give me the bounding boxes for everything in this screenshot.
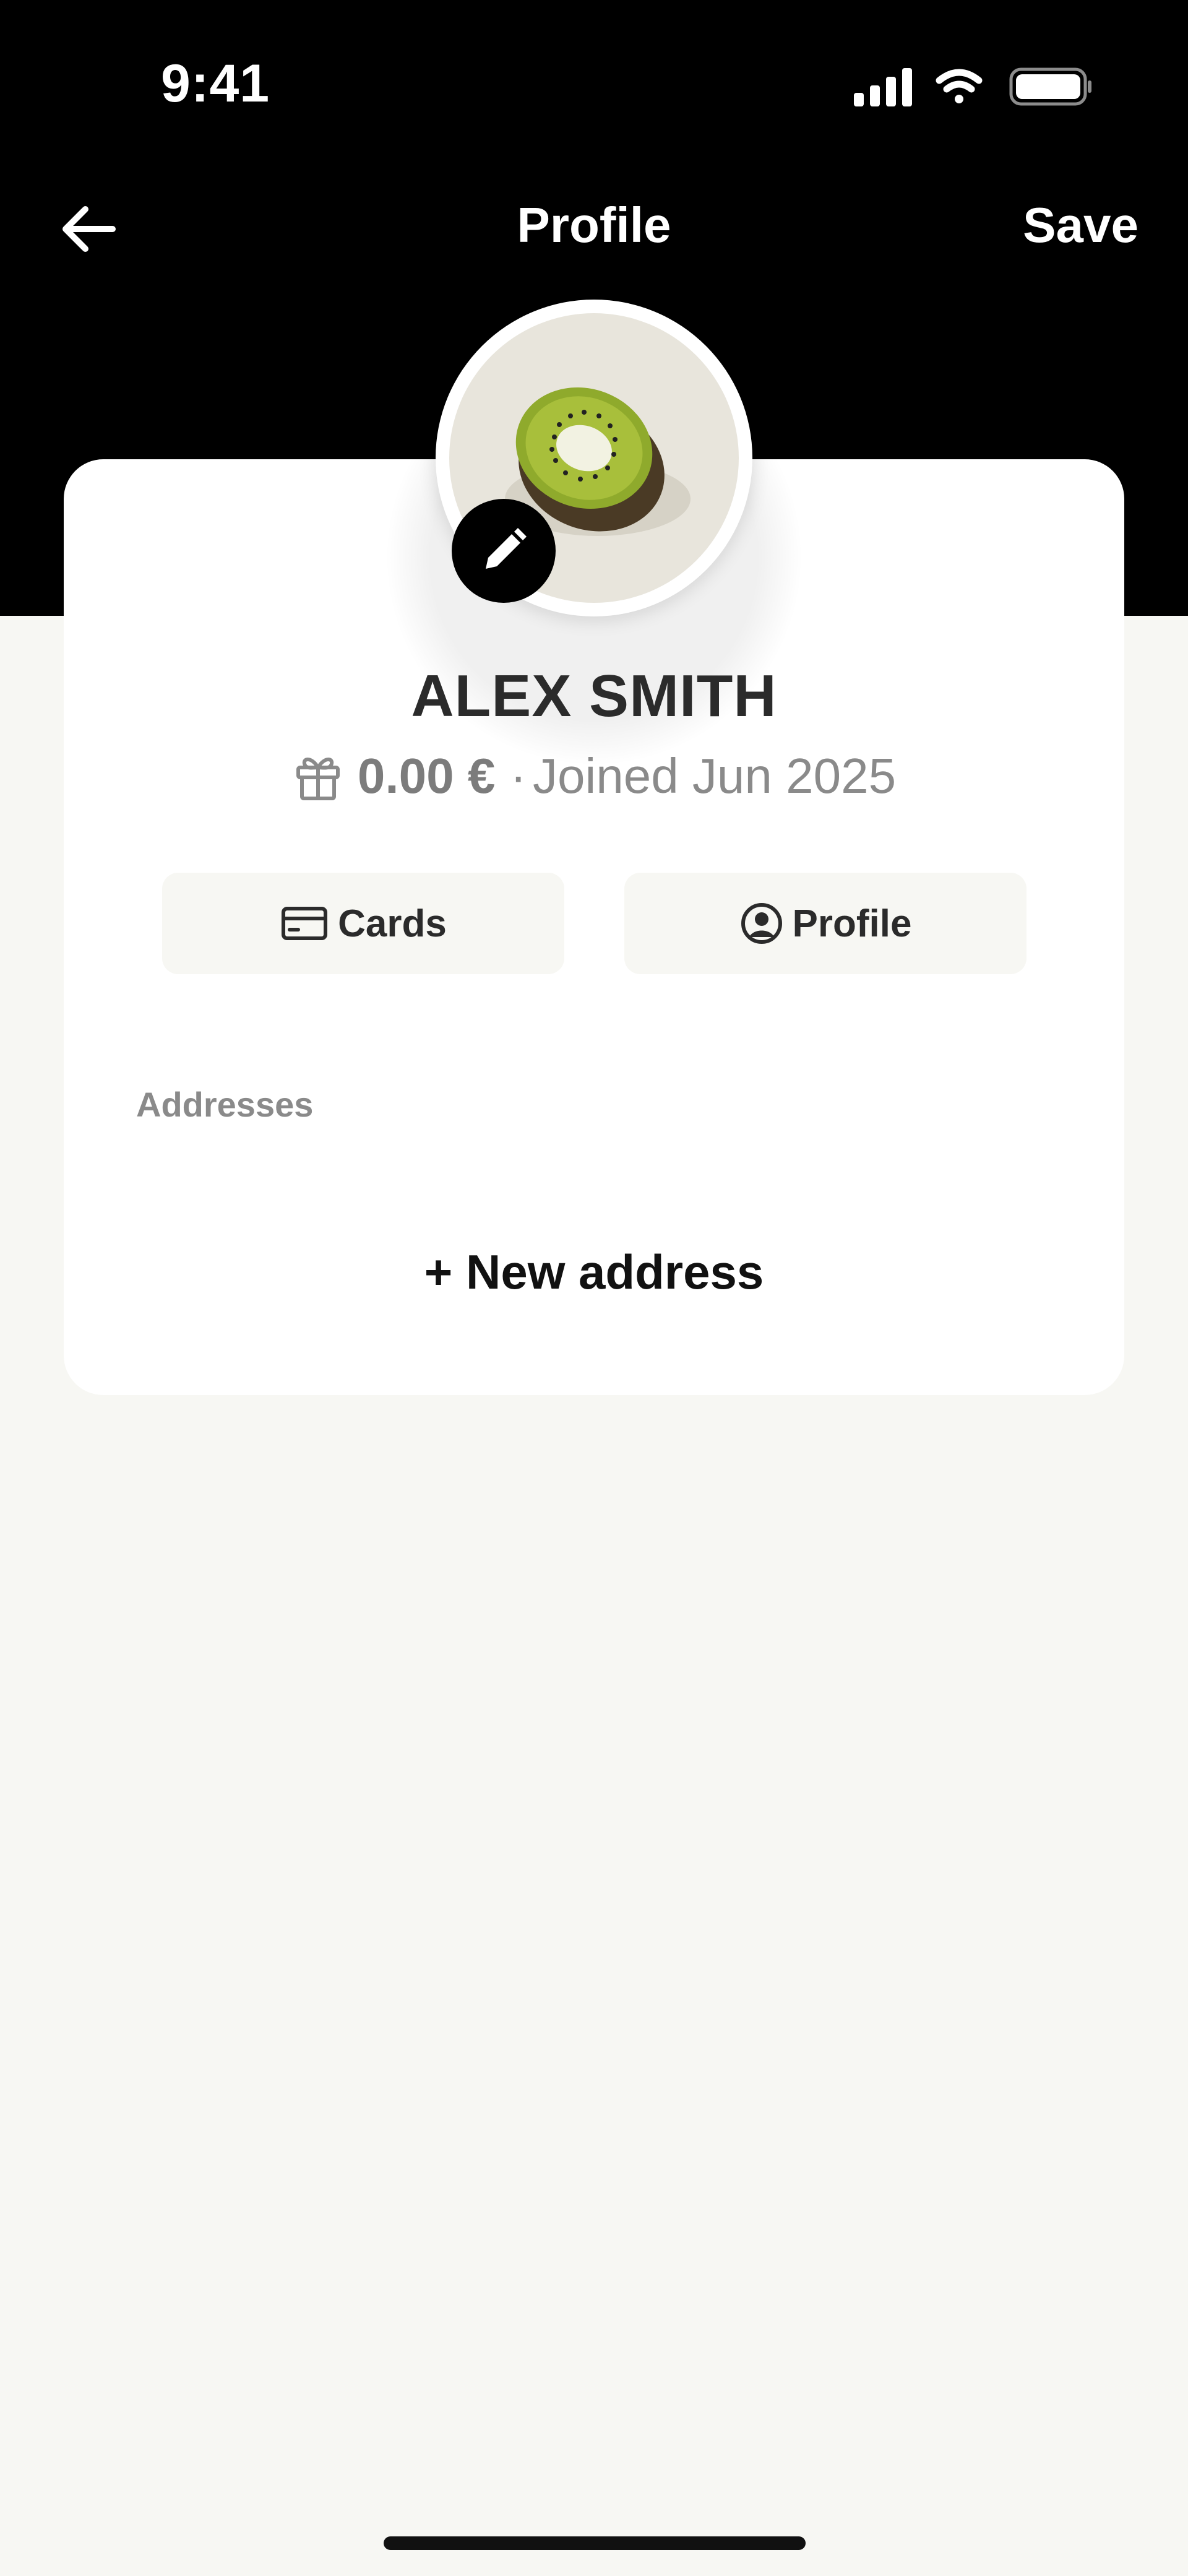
cards-label: Cards <box>338 902 447 945</box>
page-title: Profile <box>517 197 671 253</box>
status-time: 9:41 <box>161 54 270 113</box>
profile-button[interactable]: Profile <box>624 873 1027 974</box>
joined-date: Joined Jun 2025 <box>532 748 897 803</box>
user-circle-icon <box>741 903 782 944</box>
cards-button[interactable]: Cards <box>162 873 564 974</box>
pencil-icon <box>486 528 527 569</box>
gift-icon <box>296 758 340 800</box>
profile-label: Profile <box>792 902 912 945</box>
addresses-heading: Addresses <box>136 1085 314 1124</box>
user-name: ALEX SMITH <box>411 663 777 729</box>
save-button[interactable]: Save <box>1023 197 1138 254</box>
meta-separator: · <box>510 748 527 803</box>
new-address-button[interactable]: + New address <box>0 1244 1188 1300</box>
user-meta: 0.00 € · Joined Jun 2025 <box>0 748 1188 805</box>
home-indicator <box>384 2536 806 2550</box>
edit-avatar-button[interactable] <box>452 499 556 603</box>
balance-amount: 0.00 € <box>357 748 496 803</box>
status-icons <box>854 67 1091 106</box>
wifi-icon <box>936 69 983 103</box>
card-icon <box>282 907 328 940</box>
signal-icon <box>854 68 912 106</box>
battery-icon <box>1009 67 1091 106</box>
